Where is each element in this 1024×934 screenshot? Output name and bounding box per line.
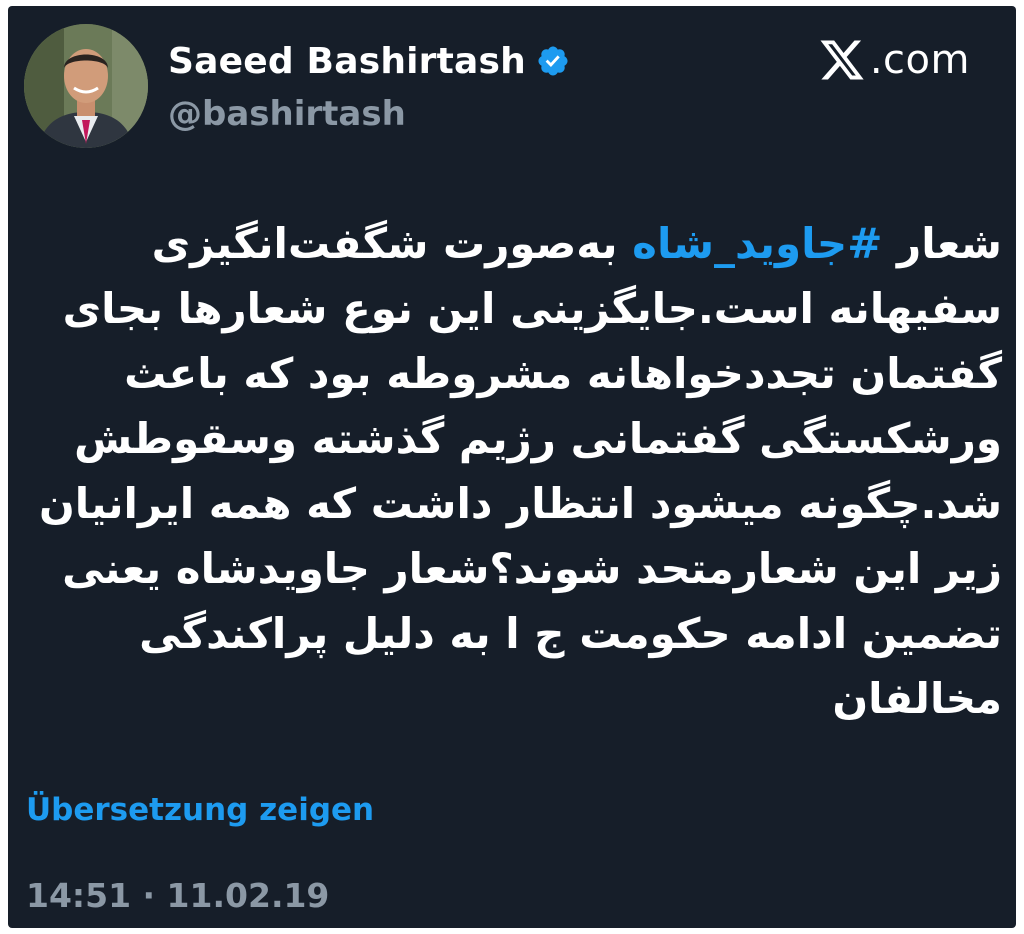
tweet-timestamp[interactable]: 14:51 · 11.02.19 xyxy=(26,876,329,915)
tweet-text: شعار #جاوید_شاه به‌صورت شگفت‌انگیزی سفیه… xyxy=(26,211,1002,731)
tweet-line: مخالفان xyxy=(832,674,1002,723)
tweet-line: ورشکستگی گفتمانی رژیم گذشته وسقوطش xyxy=(74,414,1002,463)
author-name-row[interactable]: Saeed Bashirtash xyxy=(168,38,570,84)
tweet-line-1-end: به‌صورت شگفت‌انگیزی xyxy=(151,219,633,268)
verified-badge-icon xyxy=(538,46,568,76)
show-translation-link[interactable]: Übersetzung zeigen xyxy=(26,792,374,828)
tweet-line-1-start: شعار xyxy=(882,219,1002,268)
tweet-line-1: شعار #جاوید_شاه به‌صورت شگفت‌انگیزی xyxy=(26,211,1002,276)
tweet-line: سفیهانه است.جایگزینی این نوع شعارها بجای xyxy=(62,284,1002,333)
author-handle[interactable]: @bashirtash xyxy=(168,94,406,134)
author-display-name[interactable]: Saeed Bashirtash xyxy=(168,41,526,82)
tweet-line: شد.چگونه میشود انتظار داشت که همه ایرانی… xyxy=(38,479,1002,528)
tweet-line: گفتمان تجددخواهانه مشروطه بود که باعث xyxy=(124,349,1002,398)
tweet-line: زیر این شعارمتحد شوند؟شعار جاویدشاه یعنی xyxy=(62,544,1002,593)
x-logo-icon xyxy=(820,40,864,80)
tweet-card: Saeed Bashirtash @bashirtash .com شعار #… xyxy=(8,6,1016,928)
hashtag-link[interactable]: #جاوید_شاه xyxy=(632,219,882,268)
brand-domain-text: .com xyxy=(869,37,970,83)
brand-logo: .com xyxy=(818,36,970,84)
avatar[interactable] xyxy=(24,24,148,148)
tweet-line: تضمین ادامه حکومت ج ا به دلیل پراکندگی xyxy=(139,609,1002,658)
avatar-photo-icon xyxy=(24,24,148,148)
